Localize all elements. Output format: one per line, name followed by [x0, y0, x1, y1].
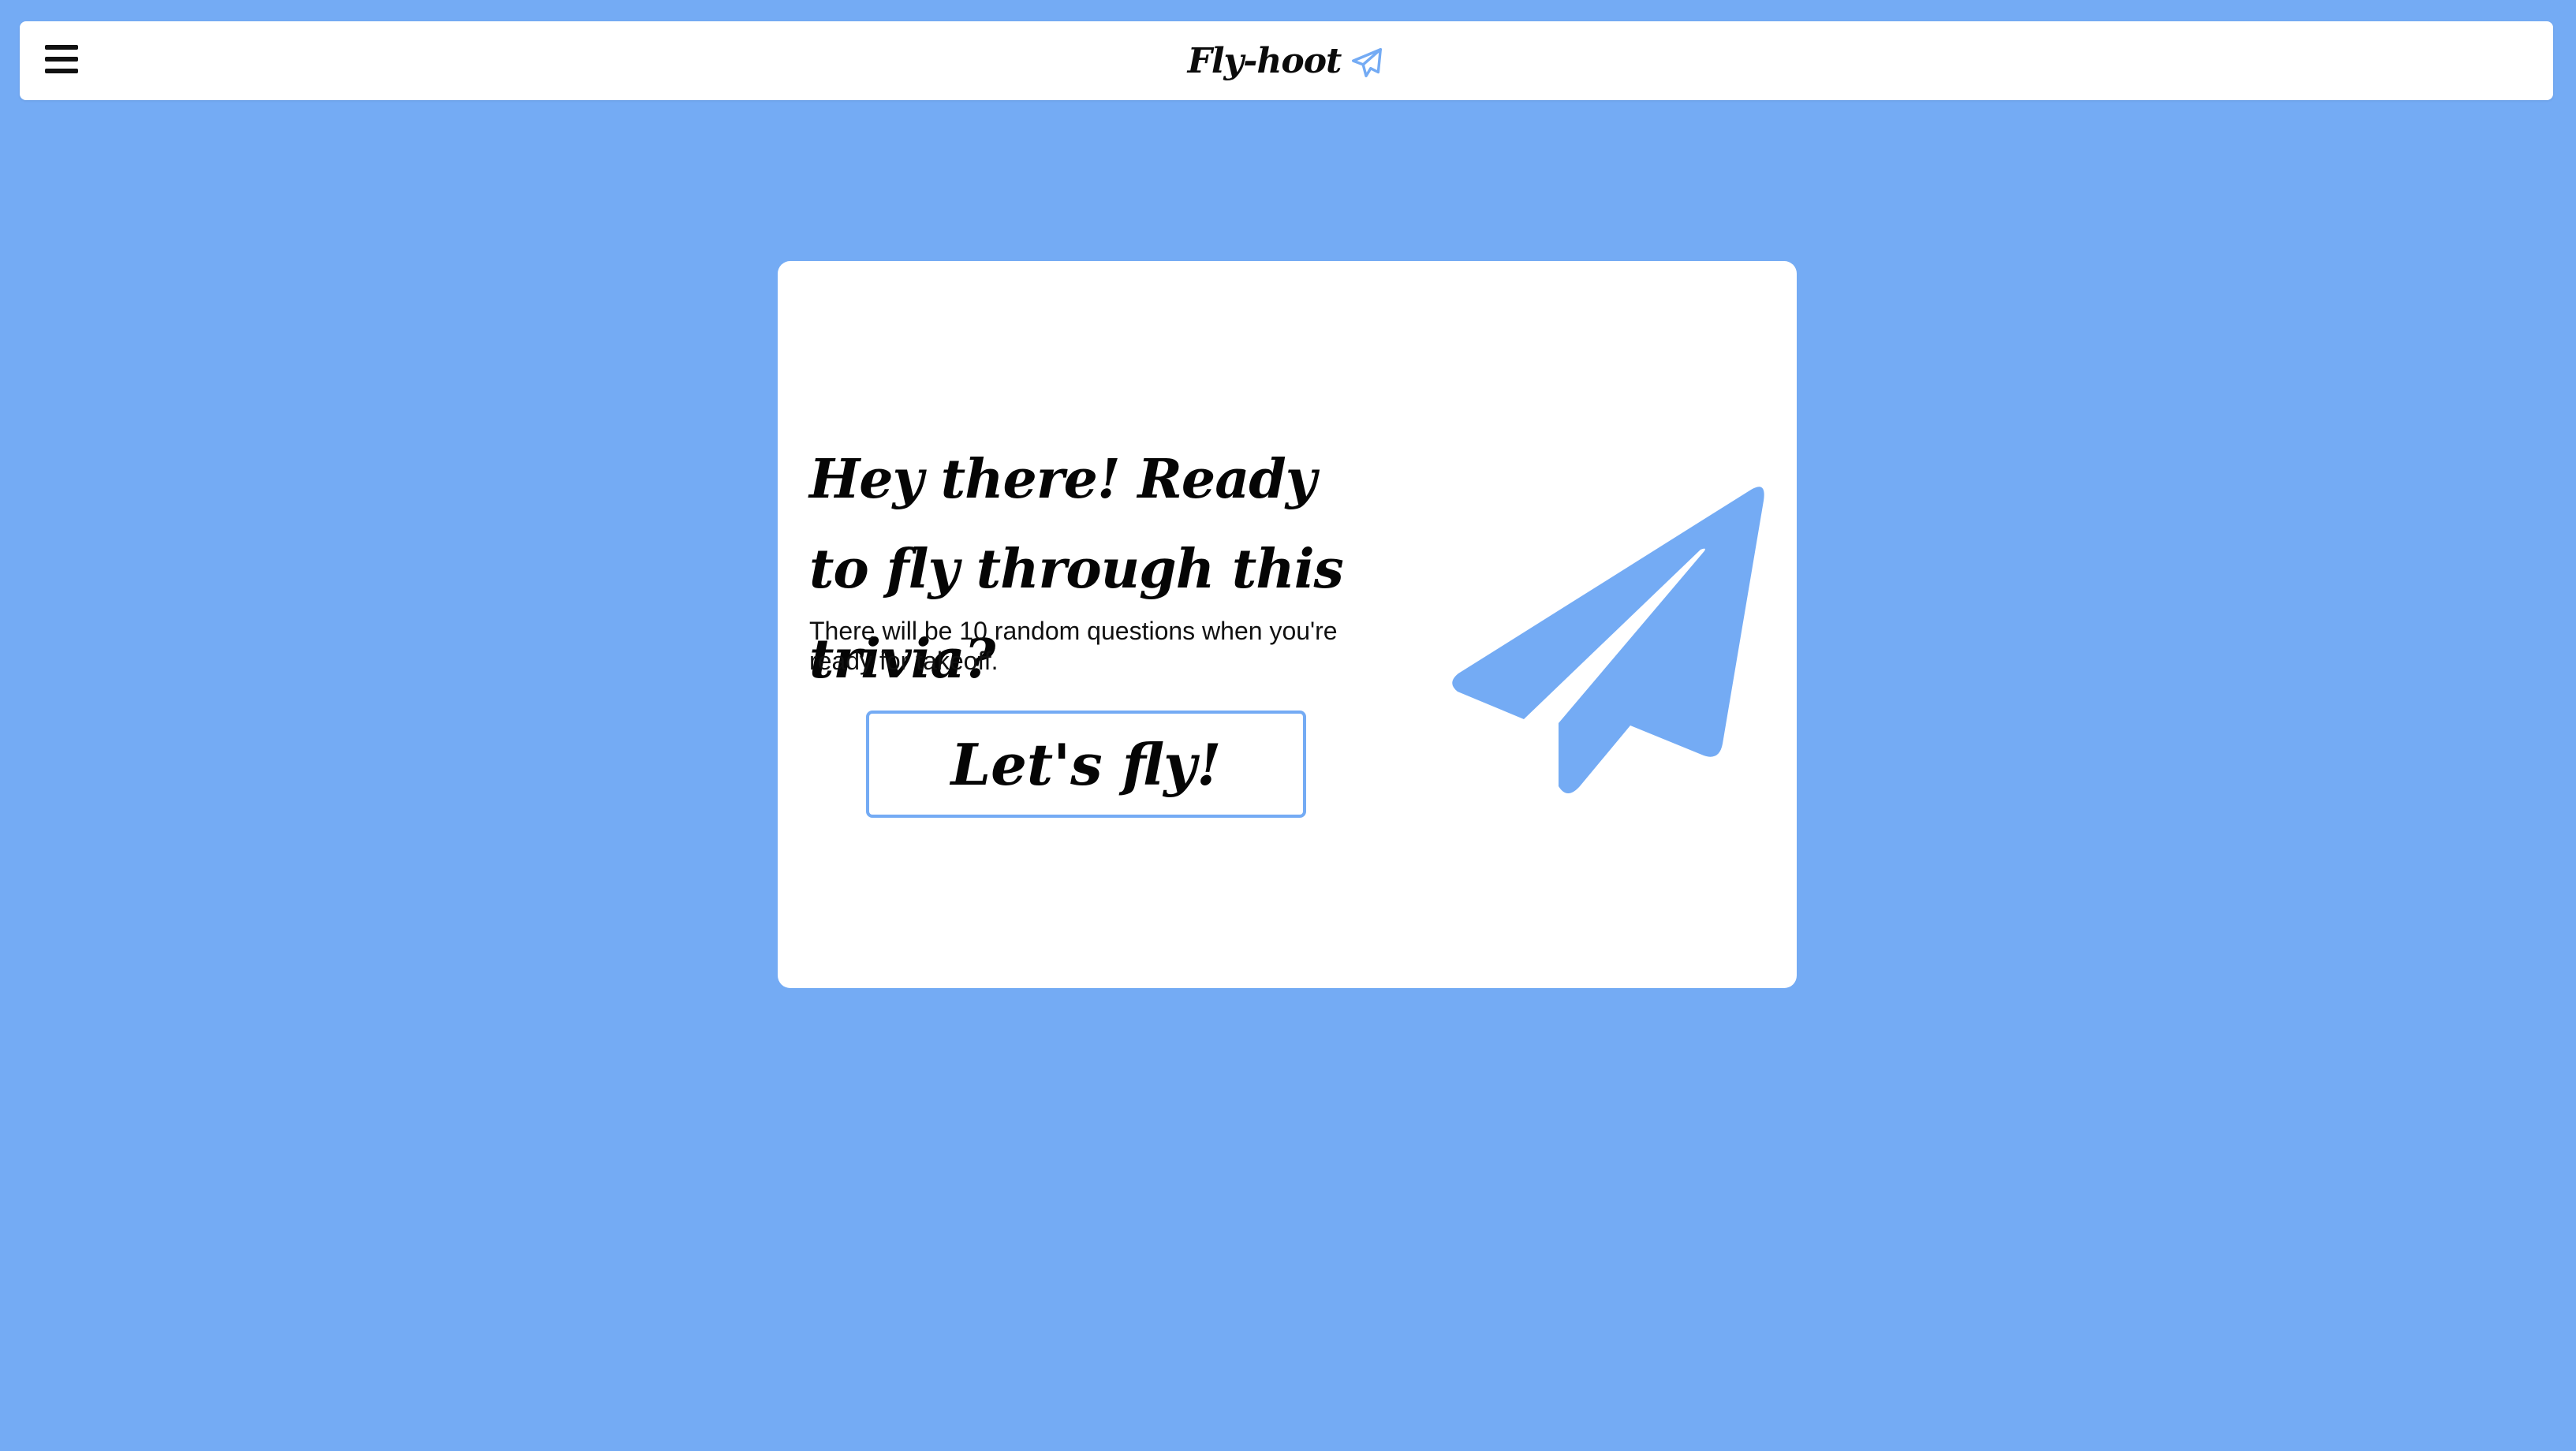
paper-plane-icon [1452, 487, 1764, 793]
paper-plane-outline-icon [1352, 48, 1383, 78]
start-quiz-button[interactable]: Let's fly! [866, 711, 1306, 818]
welcome-description: There will be 10 random questions when y… [809, 617, 1338, 675]
welcome-card: Hey there! Ready to fly through this tri… [778, 261, 1797, 988]
brand-name: Fly-hoot [1187, 40, 1342, 81]
top-navbar: Fly-hoot [20, 21, 2553, 100]
brand[interactable]: Fly-hoot [20, 21, 2553, 100]
